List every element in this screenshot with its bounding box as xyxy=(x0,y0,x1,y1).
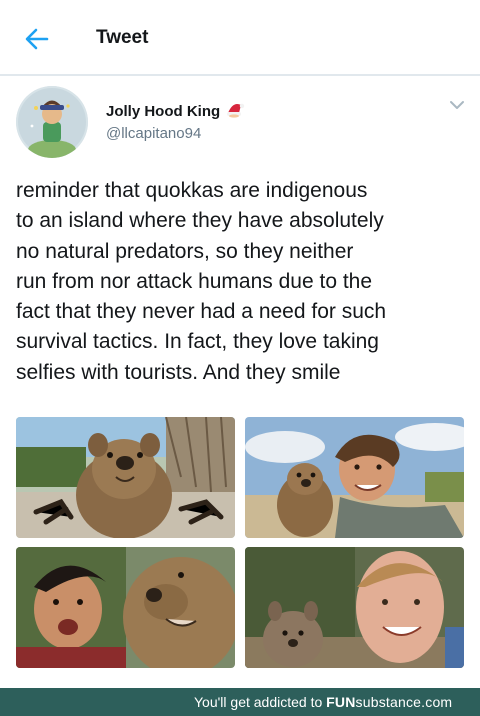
footer-brand-bold: FUN xyxy=(326,694,356,710)
avatar[interactable] xyxy=(16,86,88,158)
back-arrow-icon[interactable] xyxy=(22,24,52,54)
tweet-text: reminder that quokkas are indigenous to … xyxy=(16,179,387,384)
footer-tagline-row: You'll get addicted to FUNsubstance.com xyxy=(194,694,452,710)
user-handle[interactable]: @llcapitano94 xyxy=(106,125,201,142)
footer-brand[interactable]: FUNsubstance.com xyxy=(326,694,452,710)
footer-brand-tld: .com xyxy=(421,694,453,710)
site-footer-banner: You'll get addicted to FUNsubstance.com xyxy=(0,688,480,716)
author-name-row[interactable]: Jolly Hood King xyxy=(106,100,245,123)
santa-hat-icon xyxy=(225,100,245,123)
footer-brand-rest: substance xyxy=(355,694,422,710)
quokka-selfie-beach-photo[interactable] xyxy=(245,417,464,538)
quokka-closeup-photo[interactable] xyxy=(16,417,235,538)
quokka-selfie-surprised-man-photo[interactable] xyxy=(16,547,235,668)
top-bar: Tweet xyxy=(0,0,480,76)
chevron-down-icon[interactable] xyxy=(449,98,465,110)
footer-tagline: You'll get addicted to xyxy=(194,694,327,710)
page-title: Tweet xyxy=(96,27,149,48)
quokka-selfie-smiling-man-photo[interactable] xyxy=(245,547,464,668)
display-name: Jolly Hood King xyxy=(106,103,221,120)
